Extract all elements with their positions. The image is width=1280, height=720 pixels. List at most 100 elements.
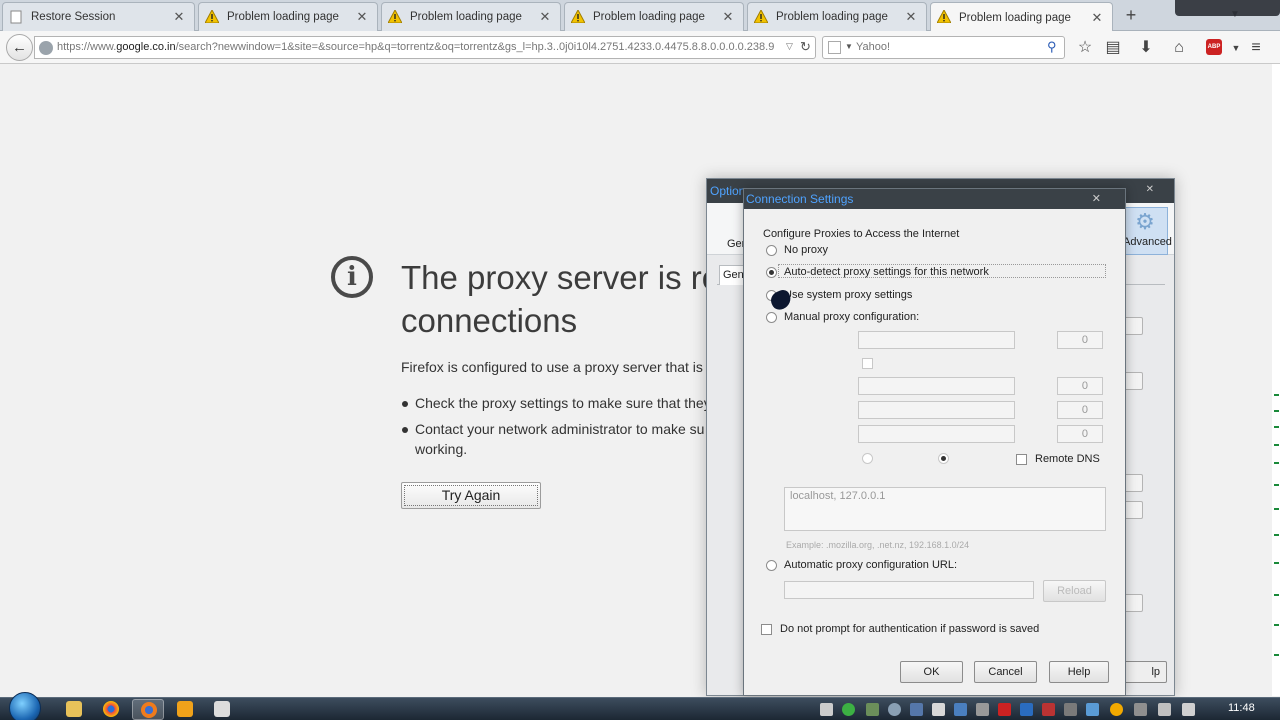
taskbar-media-player[interactable]: [169, 699, 201, 720]
search-engine-icon[interactable]: [828, 41, 841, 54]
tray-icon[interactable]: [1020, 703, 1033, 716]
url-bar[interactable]: https://www.google.co.in/search?newwindo…: [34, 36, 816, 59]
auth-checkbox[interactable]: Do not prompt for authentication if pass…: [761, 621, 1039, 637]
taskbar-firefox[interactable]: [132, 699, 164, 720]
network-icon[interactable]: [1158, 703, 1171, 716]
history-dropdown-icon[interactable]: ▽: [786, 41, 793, 52]
taskbar-explorer[interactable]: [58, 699, 90, 720]
close-icon[interactable]: ✕: [904, 9, 918, 25]
volume-icon[interactable]: [1182, 703, 1195, 716]
close-icon[interactable]: ✕: [1092, 192, 1101, 205]
tray-icon[interactable]: [888, 703, 901, 716]
close-icon[interactable]: ✕: [1090, 10, 1104, 26]
remove-button[interactable]: [1123, 594, 1143, 612]
adblock-icon[interactable]: ABP: [1206, 39, 1222, 55]
radio-button[interactable]: [766, 559, 777, 571]
tab-problem-loading[interactable]: Problem loading page ✕: [747, 2, 927, 31]
tray-icon[interactable]: [932, 703, 945, 716]
try-again-button[interactable]: Try Again: [401, 482, 541, 509]
radio-manual-proxy[interactable]: Manual proxy configuration:: [766, 309, 919, 325]
radio-no-proxy[interactable]: No proxy: [766, 242, 828, 258]
new-tab-button[interactable]: +: [1122, 5, 1140, 25]
tab-label: Problem loading page: [776, 11, 888, 23]
exceptions-button[interactable]: [1123, 501, 1143, 519]
cancel-button[interactable]: Cancel: [974, 661, 1037, 683]
reload-button[interactable]: Reload: [1043, 580, 1106, 602]
advanced-pane-button[interactable]: ⚙ Advanced: [1122, 207, 1172, 255]
tab-problem-loading-active[interactable]: Problem loading page ✕: [930, 2, 1113, 32]
tray-icon[interactable]: [820, 703, 833, 716]
downloads-icon[interactable]: ⬇: [1136, 38, 1156, 58]
socks-host-field[interactable]: [858, 425, 1015, 443]
search-icon[interactable]: ⚲: [1047, 39, 1057, 55]
menu-icon[interactable]: ≡: [1246, 38, 1266, 58]
tab-problem-loading[interactable]: Problem loading page ✕: [381, 2, 561, 31]
tab-problem-loading[interactable]: Problem loading page ✕: [198, 2, 378, 31]
tray-icon[interactable]: [1110, 703, 1123, 716]
close-icon[interactable]: ✕: [721, 9, 735, 25]
checkbox[interactable]: [761, 623, 772, 635]
taskbar-recorder[interactable]: [206, 699, 238, 720]
bookmarks-menu-icon[interactable]: ▤: [1103, 38, 1123, 58]
close-icon[interactable]: ✕: [538, 9, 552, 25]
clock[interactable]: 11:48: [1228, 702, 1255, 714]
tray-icon[interactable]: [1064, 703, 1077, 716]
tray-icon[interactable]: [998, 703, 1011, 716]
globe-icon: [39, 41, 53, 55]
checkbox-label: Do not prompt for authentication if pass…: [780, 623, 1040, 635]
tab-problem-loading[interactable]: Problem loading page ✕: [564, 2, 744, 31]
taskbar-chrome[interactable]: [95, 699, 127, 720]
http-proxy-field[interactable]: [858, 331, 1015, 349]
bookmark-star-icon[interactable]: ☆: [1075, 38, 1095, 58]
ssl-proxy-field[interactable]: [858, 377, 1015, 395]
radio-button[interactable]: [766, 311, 777, 323]
ssl-port-field[interactable]: 0: [1057, 377, 1103, 395]
back-button[interactable]: ←: [6, 34, 33, 61]
reload-icon[interactable]: ↻: [800, 39, 811, 55]
window-controls[interactable]: [1175, 0, 1280, 16]
remote-dns-checkbox[interactable]: Remote DNS: [1016, 451, 1100, 467]
tray-icon[interactable]: [1086, 703, 1099, 716]
tray-icon[interactable]: [976, 703, 989, 716]
help-button[interactable]: lp: [1119, 661, 1167, 683]
radio-auto-detect[interactable]: Auto-detect proxy settings for this netw…: [766, 264, 989, 280]
media-player-icon: [177, 701, 193, 717]
same-proxy-checkbox[interactable]: [862, 358, 873, 369]
chevron-down-icon[interactable]: ▼: [1226, 38, 1246, 58]
tray-icon[interactable]: [910, 703, 923, 716]
warning-icon: [387, 8, 403, 24]
clear-now-button[interactable]: [1123, 372, 1143, 390]
search-input[interactable]: Yahoo!: [856, 41, 890, 53]
ftp-port-field[interactable]: 0: [1057, 401, 1103, 419]
warning-icon: [204, 8, 220, 24]
tray-icon[interactable]: [842, 703, 855, 716]
checkbox[interactable]: [1016, 453, 1027, 465]
tray-icon[interactable]: [954, 703, 967, 716]
radio-auto-config-url[interactable]: Automatic proxy configuration URL:: [766, 557, 957, 573]
proxy-group-label: Configure Proxies to Access the Internet: [763, 228, 960, 240]
radio-button[interactable]: [766, 266, 777, 278]
settings-button[interactable]: [1123, 317, 1143, 335]
close-icon[interactable]: ✕: [1146, 184, 1154, 195]
tray-icon[interactable]: [1134, 703, 1147, 716]
close-icon[interactable]: ✕: [355, 9, 369, 25]
start-button[interactable]: [9, 692, 41, 720]
auto-config-url-field[interactable]: [784, 581, 1034, 599]
socks-v5-radio[interactable]: [938, 453, 949, 464]
ok-button[interactable]: OK: [900, 661, 963, 683]
tab-restore-session[interactable]: Restore Session ✕: [2, 2, 195, 31]
tray-icon[interactable]: [1042, 703, 1055, 716]
chevron-down-icon[interactable]: ▼: [845, 42, 853, 51]
clear-now-button[interactable]: [1123, 474, 1143, 492]
radio-button[interactable]: [766, 244, 777, 256]
tray-icon[interactable]: [866, 703, 879, 716]
search-bar[interactable]: ▼ Yahoo! ⚲: [822, 36, 1065, 59]
no-proxy-for-field[interactable]: localhost, 127.0.0.1: [784, 487, 1106, 531]
socks-v4-radio[interactable]: [862, 453, 873, 464]
ftp-proxy-field[interactable]: [858, 401, 1015, 419]
socks-port-field[interactable]: 0: [1057, 425, 1103, 443]
help-button[interactable]: Help: [1049, 661, 1109, 683]
home-icon[interactable]: ⌂: [1169, 38, 1189, 58]
close-icon[interactable]: ✕: [172, 9, 186, 25]
http-port-field[interactable]: 0: [1057, 331, 1103, 349]
